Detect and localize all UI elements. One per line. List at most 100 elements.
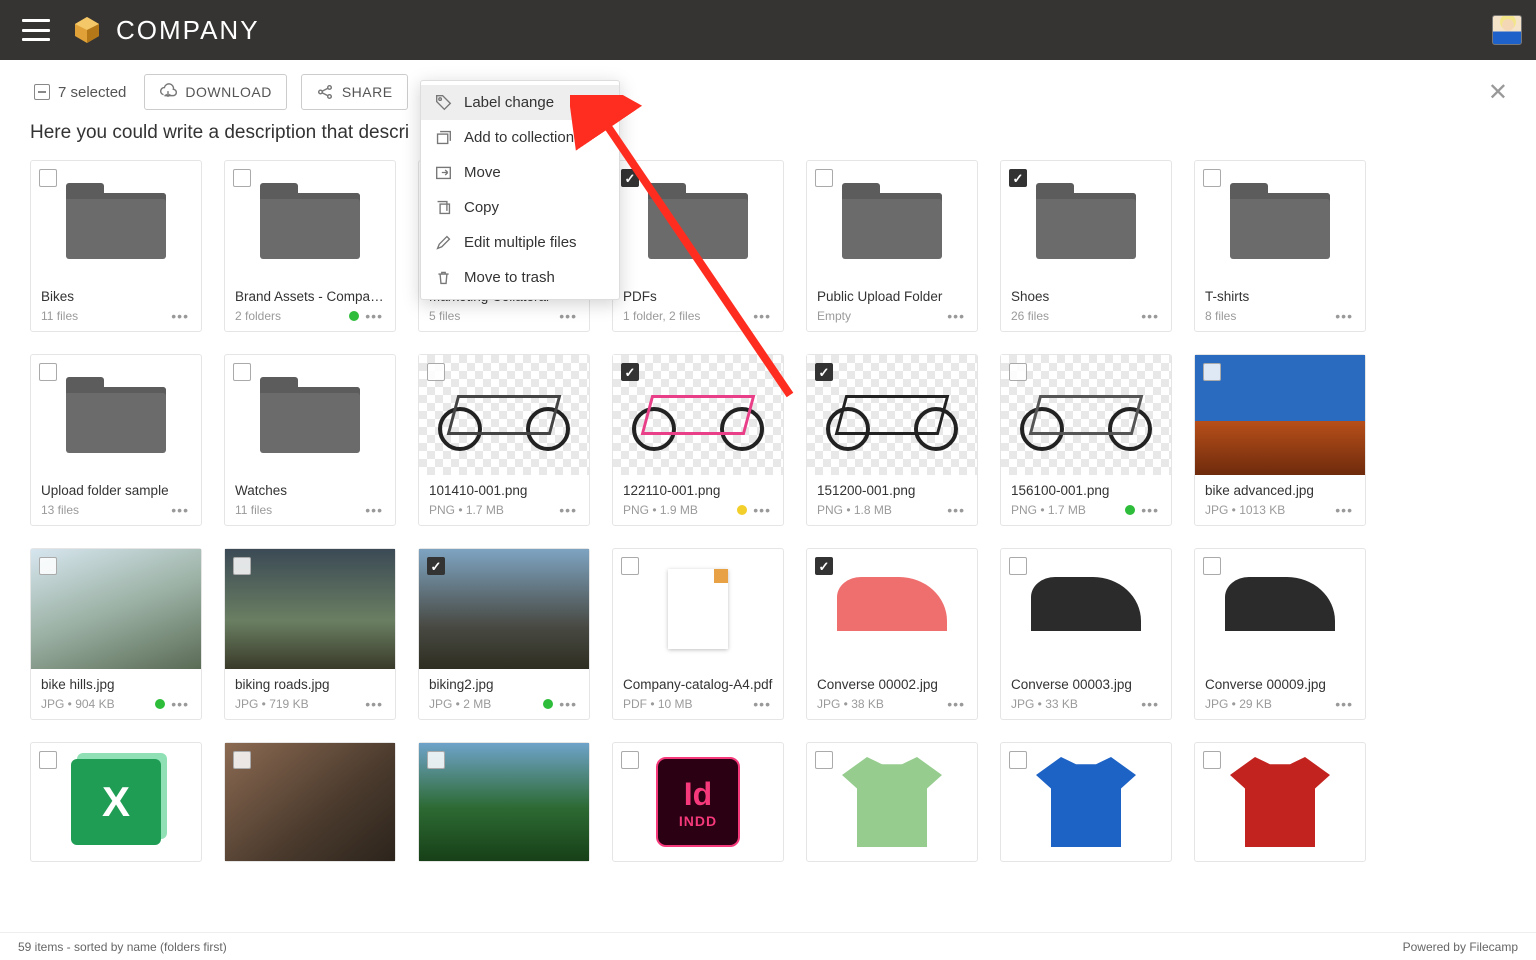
asset-card[interactable] <box>1000 742 1172 862</box>
thumbnail <box>225 161 395 281</box>
asset-card[interactable] <box>224 742 396 862</box>
status-bar: 59 items - sorted by name (folders first… <box>0 932 1536 960</box>
card-meta: Watches 11 files ••• <box>225 475 395 525</box>
select-checkbox[interactable] <box>1009 751 1027 769</box>
asset-card[interactable] <box>418 742 590 862</box>
asset-card[interactable]: biking2.jpg JPG • 2 MB ••• <box>418 548 590 720</box>
asset-card[interactable]: X <box>30 742 202 862</box>
thumbnail <box>1195 743 1365 861</box>
card-meta: 151200-001.png PNG • 1.8 MB ••• <box>807 475 977 525</box>
select-checkbox[interactable] <box>1009 363 1027 381</box>
more-button[interactable]: ••• <box>557 696 579 712</box>
card-meta: Converse 00009.jpg JPG • 29 KB ••• <box>1195 669 1365 719</box>
more-button[interactable]: ••• <box>751 696 773 712</box>
more-button[interactable]: ••• <box>1139 696 1161 712</box>
more-button[interactable]: ••• <box>169 502 191 518</box>
user-avatar[interactable] <box>1492 15 1522 45</box>
download-button[interactable]: DOWNLOAD <box>144 74 286 110</box>
select-checkbox[interactable] <box>233 363 251 381</box>
more-button[interactable]: ••• <box>945 502 967 518</box>
selected-count[interactable]: 7 selected <box>30 78 130 107</box>
share-button[interactable]: SHARE <box>301 74 408 110</box>
card-subtitle: 11 files <box>235 503 363 517</box>
more-button[interactable]: ••• <box>557 502 579 518</box>
more-button[interactable]: ••• <box>1333 502 1355 518</box>
card-meta: bike hills.jpg JPG • 904 KB ••• <box>31 669 201 719</box>
asset-card[interactable]: IdINDD <box>612 742 784 862</box>
card-meta: Converse 00002.jpg JPG • 38 KB ••• <box>807 669 977 719</box>
select-checkbox[interactable] <box>427 363 445 381</box>
select-checkbox[interactable] <box>1009 169 1027 187</box>
card-title: Bikes <box>41 289 191 304</box>
asset-card[interactable]: Upload folder sample 13 files ••• <box>30 354 202 526</box>
asset-card[interactable]: Company-catalog-A4.pdf PDF • 10 MB ••• <box>612 548 784 720</box>
asset-card[interactable]: bike advanced.jpg JPG • 1013 KB ••• <box>1194 354 1366 526</box>
select-checkbox[interactable] <box>1203 363 1221 381</box>
selected-count-label: 7 selected <box>58 84 126 101</box>
asset-card[interactable]: Watches 11 files ••• <box>224 354 396 526</box>
more-button[interactable]: ••• <box>1139 502 1161 518</box>
select-checkbox[interactable] <box>427 557 445 575</box>
menu-button[interactable] <box>22 19 50 41</box>
card-title: T-shirts <box>1205 289 1355 304</box>
card-meta: 101410-001.png PNG • 1.7 MB ••• <box>419 475 589 525</box>
more-button[interactable]: ••• <box>363 308 385 324</box>
thumbnail: X <box>31 743 201 861</box>
asset-card[interactable]: Bikes 11 files ••• <box>30 160 202 332</box>
more-button[interactable]: ••• <box>363 696 385 712</box>
select-checkbox[interactable] <box>1203 169 1221 187</box>
close-selection-button[interactable]: ✕ <box>1488 78 1508 107</box>
tag-icon <box>435 94 452 111</box>
select-checkbox[interactable] <box>39 751 57 769</box>
asset-card[interactable]: Converse 00009.jpg JPG • 29 KB ••• <box>1194 548 1366 720</box>
select-checkbox[interactable] <box>621 751 639 769</box>
more-button[interactable]: ••• <box>751 502 773 518</box>
asset-card[interactable]: 156100-001.png PNG • 1.7 MB ••• <box>1000 354 1172 526</box>
brand-logo[interactable]: COMPANY <box>72 15 260 46</box>
select-checkbox[interactable] <box>815 363 833 381</box>
collection-icon <box>435 129 452 146</box>
select-checkbox[interactable] <box>427 751 445 769</box>
select-checkbox[interactable] <box>1009 557 1027 575</box>
more-button[interactable]: ••• <box>1333 308 1355 324</box>
more-button[interactable]: ••• <box>169 308 191 324</box>
asset-card[interactable]: Shoes 26 files ••• <box>1000 160 1172 332</box>
more-button[interactable]: ••• <box>363 502 385 518</box>
select-checkbox[interactable] <box>1203 557 1221 575</box>
asset-card[interactable]: Public Upload Folder Empty ••• <box>806 160 978 332</box>
asset-card[interactable] <box>806 742 978 862</box>
asset-card[interactable]: 101410-001.png PNG • 1.7 MB ••• <box>418 354 590 526</box>
select-checkbox[interactable] <box>233 557 251 575</box>
card-title: Public Upload Folder <box>817 289 967 304</box>
more-button[interactable]: ••• <box>945 696 967 712</box>
more-button[interactable]: ••• <box>945 308 967 324</box>
select-checkbox[interactable] <box>815 751 833 769</box>
card-subtitle: PNG • 1.8 MB <box>817 503 945 517</box>
select-checkbox[interactable] <box>815 557 833 575</box>
select-checkbox[interactable] <box>233 751 251 769</box>
thumbnail <box>1001 549 1171 669</box>
asset-card[interactable]: bike hills.jpg JPG • 904 KB ••• <box>30 548 202 720</box>
select-checkbox[interactable] <box>815 169 833 187</box>
asset-card[interactable]: Converse 00003.jpg JPG • 33 KB ••• <box>1000 548 1172 720</box>
asset-card[interactable]: biking roads.jpg JPG • 719 KB ••• <box>224 548 396 720</box>
asset-card[interactable]: T-shirts 8 files ••• <box>1194 160 1366 332</box>
card-meta: biking roads.jpg JPG • 719 KB ••• <box>225 669 395 719</box>
more-button[interactable]: ••• <box>1139 308 1161 324</box>
select-checkbox[interactable] <box>233 169 251 187</box>
annotation-arrow <box>570 95 810 415</box>
select-checkbox[interactable] <box>39 363 57 381</box>
select-checkbox[interactable] <box>621 557 639 575</box>
more-button[interactable]: ••• <box>169 696 191 712</box>
select-checkbox[interactable] <box>39 169 57 187</box>
select-checkbox[interactable] <box>1203 751 1221 769</box>
card-subtitle: 13 files <box>41 503 169 517</box>
thumbnail <box>1195 161 1365 281</box>
thumbnail <box>807 549 977 669</box>
asset-card[interactable]: Converse 00002.jpg JPG • 38 KB ••• <box>806 548 978 720</box>
select-checkbox[interactable] <box>39 557 57 575</box>
asset-card[interactable] <box>1194 742 1366 862</box>
more-button[interactable]: ••• <box>1333 696 1355 712</box>
asset-card[interactable]: 151200-001.png PNG • 1.8 MB ••• <box>806 354 978 526</box>
asset-card[interactable]: Brand Assets - Company Inc. 2 folders ••… <box>224 160 396 332</box>
